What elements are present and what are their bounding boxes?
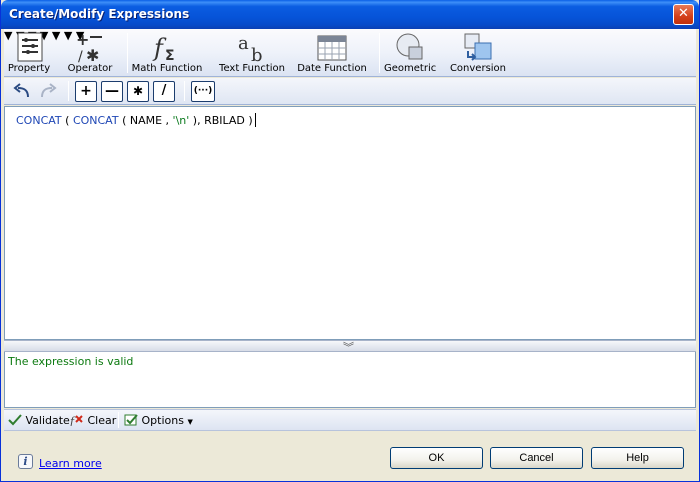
expression-token: CONCAT [16,114,62,127]
cancel-button[interactable]: Cancel [490,447,583,469]
operator-icon: + ✱ / [76,31,102,63]
checkmark-icon [8,414,22,426]
svg-text:f: f [70,415,76,426]
expression-token: ( [61,114,73,127]
help-button[interactable]: Help [591,447,684,469]
redo-icon[interactable] [38,82,58,100]
date-function-label: Date Function [297,63,367,74]
svg-text:/: / [78,49,83,63]
geometric-button[interactable]: Geometric [384,29,436,77]
clear-function-icon: f [70,415,83,426]
svg-text:Σ: Σ [165,48,175,63]
expression-dialog: Create/Modify Expressions ✕ Property ▼ +… [0,0,700,482]
toolbar-separator [127,33,128,73]
toolbar-separator [68,81,69,101]
clear-button[interactable]: f Clear [70,414,116,427]
divide-button[interactable]: / [153,81,175,102]
minus-button[interactable]: — [101,81,123,102]
svg-text:a: a [238,33,249,54]
math-function-label: Math Function [131,63,203,74]
text-caret [254,113,256,127]
expression-editor[interactable]: CONCAT ( CONCAT ( NAME , '\n' ), RBILAD … [4,106,696,340]
validation-message: The expression is valid [8,355,134,368]
parentheses-button[interactable]: (···) [191,81,215,102]
function-toolbar: Property ▼ + ✱ / Operator ▼ f Σ Math Fun… [4,29,696,77]
calendar-icon [317,35,347,61]
splitter[interactable]: ︾ [4,340,696,354]
validate-label: Validate [25,414,70,427]
expression-token: CONCAT [72,114,119,127]
info-icon: i [18,454,33,469]
property-button[interactable]: Property [6,29,52,77]
options-check-icon [124,414,138,426]
options-label: Options [141,414,184,427]
expression-token: ( NAME , [118,114,173,127]
property-list-icon [17,32,43,62]
expression-token: '\n' [172,114,190,127]
validation-panel: The expression is valid [4,352,696,408]
svg-text:b: b [251,45,263,63]
multiply-button[interactable]: ✱ [127,81,149,102]
validate-button[interactable]: Validate [8,414,70,427]
undo-icon[interactable] [12,82,32,100]
close-button[interactable]: ✕ [673,4,694,25]
conversion-button[interactable]: Conversion [448,29,508,77]
property-label: Property [7,63,51,74]
math-function-icon: f Σ [152,34,175,63]
ok-button[interactable]: OK [390,447,483,469]
geometric-icon [396,33,423,60]
text-function-icon: a b [238,33,263,63]
options-button[interactable]: Options ▼ [124,414,193,427]
title-bar: Create/Modify Expressions ✕ [1,0,699,29]
text-function-label: Text Function [219,63,285,74]
clear-label: Clear [87,414,117,427]
geometric-label: Geometric [384,63,437,74]
conversion-icon [464,33,492,61]
chevron-down-icon: ▼ [187,418,193,426]
dialog-footer: i Learn more OK Cancel Help [1,432,699,480]
operator-toolbar: + — ✱ / (···) [4,78,696,105]
expression-token: ), RBILAD ) [189,114,253,127]
svg-text:✱: ✱ [86,46,99,63]
plus-button[interactable]: + [75,81,97,102]
date-function-button[interactable]: Date Function [296,29,368,77]
chevron-down-icon[interactable]: ▼ [52,29,60,42]
learn-more-link[interactable]: Learn more [39,457,102,470]
toolbar-separator [184,81,185,101]
text-function-button[interactable]: a b Text Function [216,29,288,77]
toolbar-separator [118,412,119,428]
operator-label: Operator [67,63,113,74]
toolbar-separator [379,33,380,73]
math-function-button[interactable]: f Σ Math Function [131,29,203,77]
validation-toolbar: Validate f Clear Options ▼ [4,409,696,431]
expression-text[interactable]: CONCAT ( CONCAT ( NAME , '\n' ), RBILAD … [16,113,256,127]
conversion-label: Conversion [449,63,507,74]
operator-button[interactable]: + ✱ / Operator [64,29,116,77]
window-title: Create/Modify Expressions [9,7,190,21]
